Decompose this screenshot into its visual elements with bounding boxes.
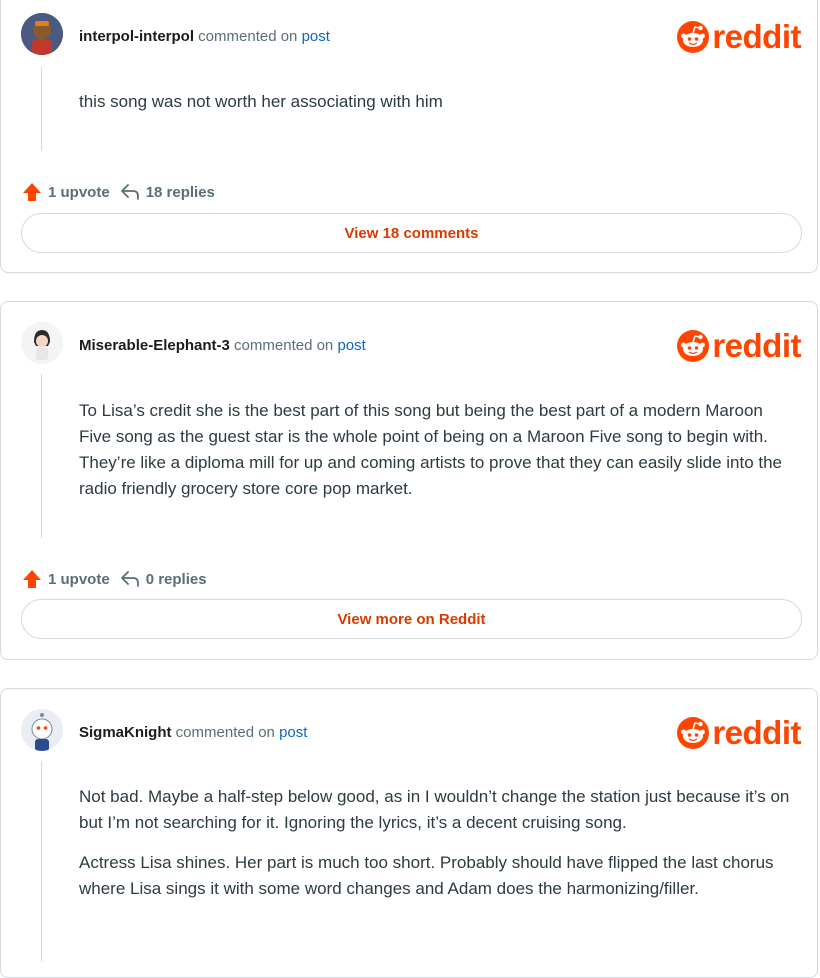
comment-paragraph: Not bad. Maybe a half-step below good, a… [79,787,790,832]
avatar[interactable] [21,13,63,55]
username[interactable]: Miserable-Elephant-3 [79,337,230,354]
commented-text: commented on [175,724,275,741]
comment-card: SigmaKnight commented on post reddit Not… [0,688,818,978]
avatar-image [21,709,63,751]
view-more-button[interactable]: View more on Reddit [21,599,802,639]
comment-paragraph: To Lisa’s credit she is the best part of… [79,401,783,498]
comment-card: Miserable-Elephant-3 commented on post r… [0,301,818,660]
reddit-wordmark: reddit [712,327,801,364]
avatar-image [21,13,63,55]
reddit-snoo-icon [677,21,710,53]
commented-text: commented on [234,337,334,354]
thread-line [41,374,42,538]
reddit-logo[interactable]: reddit [677,328,801,364]
comment-header: Miserable-Elephant-3 commented on post [79,337,366,355]
comment-paragraph: this song was not worth her associating … [79,92,443,111]
username[interactable]: interpol-interpol [79,28,194,45]
comment-body: Not bad. Maybe a half-step below good, a… [79,784,799,916]
reddit-logo[interactable]: reddit [677,19,801,55]
username[interactable]: SigmaKnight [79,724,172,741]
post-link[interactable]: post [279,724,307,741]
avatar[interactable] [21,322,63,364]
comment-actions: 1 upvote 0 replies [22,569,207,589]
comment-actions: 1 upvote 18 replies [22,182,215,202]
reply-arrow-icon [120,184,139,200]
comment-header: SigmaKnight commented on post [79,724,307,742]
comment-paragraph: Actress Lisa shines. Her part is much to… [79,853,774,898]
reddit-snoo-icon [677,717,710,749]
upvote-control[interactable]: 1 upvote [22,182,110,202]
comment-header: interpol-interpol commented on post [79,28,330,46]
comment-body: To Lisa’s credit she is the best part of… [79,398,799,516]
avatar[interactable] [21,709,63,751]
upvote-arrow-icon[interactable] [22,182,42,202]
avatar-image [21,322,63,364]
reply-control[interactable]: 18 replies [120,182,215,202]
upvote-arrow-icon[interactable] [22,569,42,589]
reddit-logo[interactable]: reddit [677,715,801,751]
reddit-wordmark: reddit [712,714,801,751]
post-link[interactable]: post [337,337,365,354]
thread-line [41,761,42,961]
thread-line [41,67,42,151]
upvote-count: 1 upvote [48,570,110,588]
comment-card: interpol-interpol commented on post redd… [0,0,818,273]
post-link[interactable]: post [302,28,330,45]
reply-control[interactable]: 0 replies [120,569,207,589]
view-comments-button[interactable]: View 18 comments [21,213,802,253]
commented-text: commented on [198,28,298,45]
reply-arrow-icon [120,571,139,587]
upvote-count: 1 upvote [48,183,110,201]
reply-count: 18 replies [145,183,215,201]
reply-count: 0 replies [145,570,207,588]
reddit-snoo-icon [677,330,710,362]
reddit-wordmark: reddit [712,18,801,55]
comment-body: this song was not worth her associating … [79,89,799,129]
upvote-control[interactable]: 1 upvote [22,569,110,589]
